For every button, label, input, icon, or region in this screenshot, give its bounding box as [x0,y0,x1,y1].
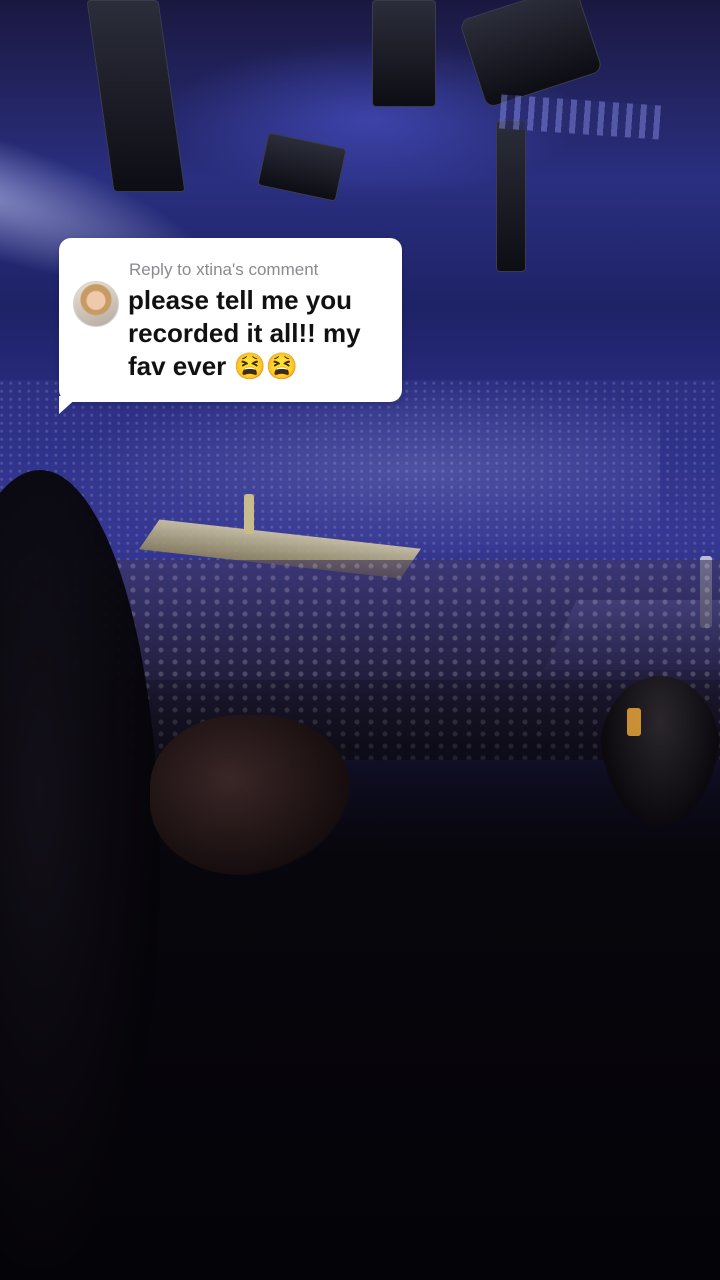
user-avatar-icon[interactable] [73,281,119,327]
bubble-tail [59,396,79,414]
performer-runway [244,494,254,534]
crowd-upper-tier [0,380,720,560]
speaker-column [496,120,526,272]
reply-comment-bubble[interactable]: Reply to xtina's comment please tell me … [59,238,402,402]
foreground-head-right [600,676,720,826]
comment-text: please tell me you recorded it all!! my … [128,285,361,381]
concert-video-frame[interactable] [0,0,720,1280]
reply-to-label: Reply to xtina's comment [129,260,319,279]
amber-light [627,708,641,736]
foreground-hand [150,715,350,875]
speaker-array-center [372,0,436,107]
speaker-array-left [86,0,186,192]
